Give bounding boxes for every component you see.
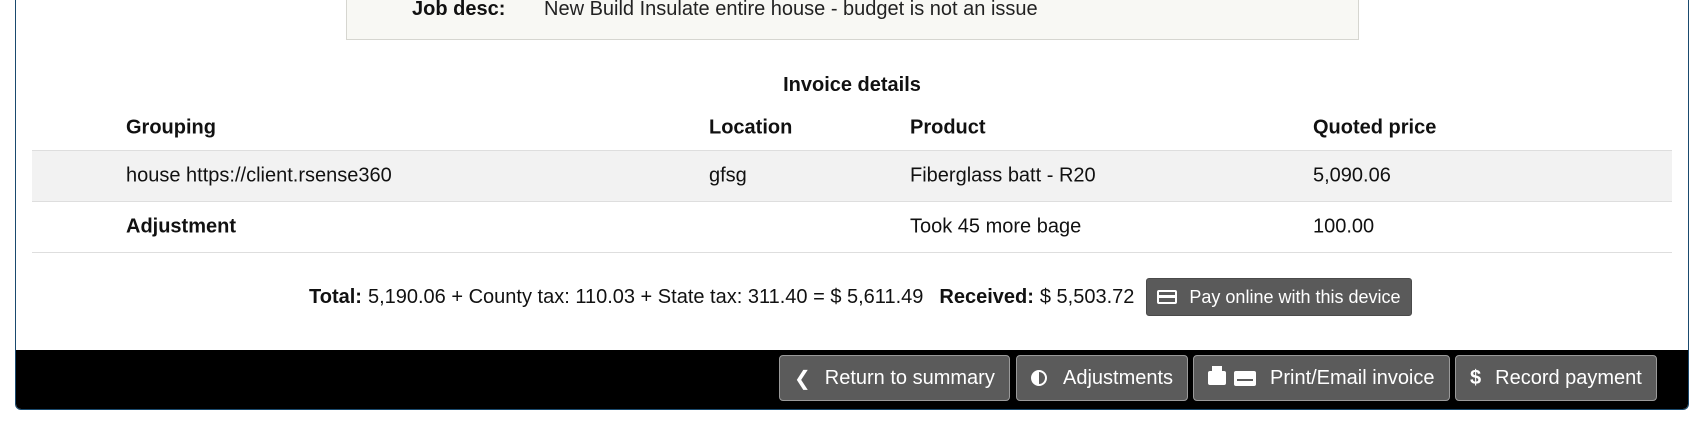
location-cell: gfsg	[709, 164, 747, 187]
product-cell: Took 45 more bage	[910, 215, 1082, 238]
adjustments-button[interactable]: Adjustments	[1016, 355, 1189, 401]
table-row: Adjustment Took 45 more bage 100.00	[32, 202, 1672, 253]
invoice-table: Grouping Location Product Quoted price h…	[32, 105, 1672, 253]
pay-online-button[interactable]: Pay online with this device	[1146, 278, 1412, 316]
chevron-left-icon: ❮	[794, 367, 811, 390]
credit-card-icon	[1157, 290, 1178, 304]
column-header-grouping: Grouping	[126, 116, 216, 138]
job-description-box: Job desc: New Build Insulate entire hous…	[346, 0, 1359, 40]
total-label: Total:	[309, 285, 362, 308]
record-payment-button[interactable]: $ Record payment	[1455, 355, 1657, 401]
received-value: $ 5,503.72	[1039, 285, 1135, 308]
adjust-icon	[1031, 370, 1047, 386]
record-payment-label: Record payment	[1495, 366, 1642, 389]
job-desc-label: Job desc:	[412, 0, 506, 20]
table-header: Grouping Location Product Quoted price	[32, 105, 1672, 151]
print-icon	[1208, 366, 1226, 385]
product-cell: Fiberglass batt - R20	[910, 164, 1096, 187]
grouping-cell: Adjustment	[126, 215, 236, 238]
job-desc-value: New Build Insulate entire house - budget…	[544, 0, 1038, 20]
column-header-quoted-price: Quoted price	[1313, 116, 1437, 138]
received-label: Received:	[939, 285, 1034, 308]
print-email-invoice-button[interactable]: Print/Email invoice	[1193, 355, 1450, 401]
adjustments-label: Adjustments	[1063, 366, 1174, 389]
price-cell: 5,090.06	[1313, 164, 1391, 187]
print-email-label: Print/Email invoice	[1270, 366, 1435, 389]
total-value: 5,190.06 + County tax: 110.03 + State ta…	[367, 285, 924, 308]
return-to-summary-button[interactable]: ❮ Return to summary	[779, 355, 1010, 401]
grouping-cell: house https://client.rsense360	[126, 164, 392, 187]
price-cell: 100.00	[1313, 215, 1375, 238]
column-header-location: Location	[709, 116, 793, 138]
return-to-summary-label: Return to summary	[824, 366, 995, 389]
column-header-product: Product	[910, 116, 986, 138]
dollar-icon: $	[1470, 366, 1482, 389]
pay-online-label: Pay online with this device	[1189, 286, 1401, 307]
invoice-panel: Job desc: New Build Insulate entire hous…	[15, 0, 1689, 410]
table-row: house https://client.rsense360 gfsg Fibe…	[32, 151, 1672, 202]
action-toolbar: ❮ Return to summary Adjustments Print/Em…	[16, 350, 1688, 409]
invoice-details-title: Invoice details	[783, 74, 921, 96]
envelope-icon	[1234, 370, 1256, 386]
totals-line: Total: 5,190.06 + County tax: 110.03 + S…	[309, 278, 1412, 316]
